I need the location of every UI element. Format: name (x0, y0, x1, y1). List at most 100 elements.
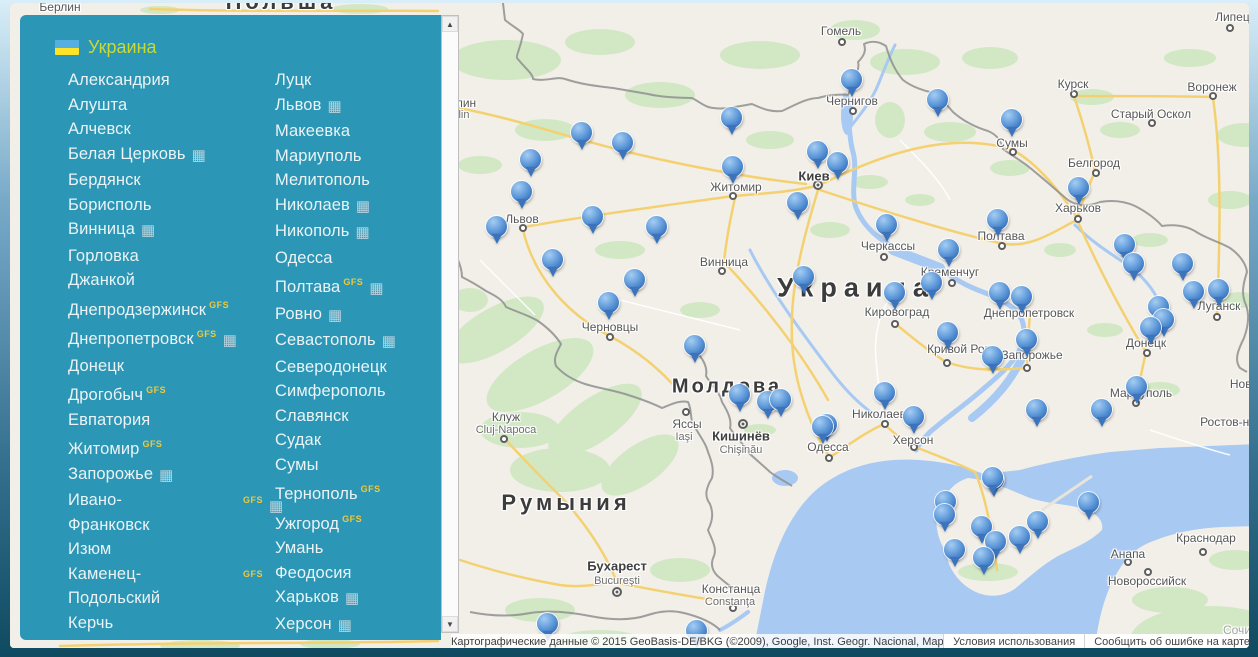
map-pin[interactable] (1140, 317, 1161, 338)
scroll-down-button[interactable]: ▼ (442, 616, 458, 632)
map-pin[interactable] (684, 335, 705, 356)
city-item[interactable]: Одесса (275, 246, 435, 271)
map-pin[interactable] (1011, 286, 1032, 307)
map-pin[interactable] (1114, 234, 1135, 255)
city-link[interactable]: Алушта (68, 96, 127, 114)
map-pin[interactable] (876, 214, 897, 235)
map-pin[interactable] (542, 249, 563, 270)
scroll-up-button[interactable]: ▲ (442, 16, 458, 32)
city-link[interactable]: Судак (275, 431, 321, 449)
city-link[interactable]: Херсон (275, 615, 332, 633)
map-pin[interactable] (598, 292, 619, 313)
city-item[interactable]: Никополь▦ (275, 219, 435, 246)
city-link[interactable]: Николаев (275, 196, 350, 214)
city-link[interactable]: Алчевск (68, 120, 131, 138)
city-link[interactable]: Житомир (68, 440, 139, 458)
map-pin[interactable] (921, 272, 942, 293)
city-item[interactable]: Мелитополь (275, 168, 435, 193)
city-link[interactable]: Запорожье (68, 465, 153, 483)
city-link[interactable]: Бердянск (68, 171, 141, 189)
city-link[interactable]: Симферополь (275, 382, 386, 400)
map-pin[interactable] (807, 141, 828, 162)
calendar-icon[interactable]: ▦ (141, 222, 155, 239)
city-item[interactable]: Харьков ▦ (275, 585, 435, 612)
city-item[interactable]: ДнепродзержинскGFS (68, 293, 275, 323)
city-item[interactable]: Горловка (68, 244, 275, 269)
map-pin[interactable] (944, 539, 965, 560)
city-link[interactable]: Макеевка (275, 122, 350, 140)
city-item[interactable]: Ивано- ФранковскGFS▦ (68, 488, 275, 537)
city-item[interactable]: Макеевка (275, 119, 435, 144)
city-link[interactable]: Днепропетровск (68, 330, 194, 348)
city-link[interactable]: Северодонецк (275, 358, 387, 376)
panel-scrollbar[interactable]: ▲ ▼ (441, 15, 459, 633)
map-pin[interactable] (841, 69, 862, 90)
city-link[interactable]: Керчь (68, 614, 113, 632)
map-pin[interactable] (793, 266, 814, 287)
calendar-icon[interactable]: ▦ (369, 280, 383, 297)
map-pin[interactable] (787, 192, 808, 213)
city-link[interactable]: Дрогобыч (68, 386, 143, 404)
city-item[interactable]: Судак (275, 428, 435, 453)
map-pin[interactable] (973, 547, 994, 568)
city-link[interactable]: Ужгород (275, 515, 339, 533)
city-item[interactable]: Изюм (68, 537, 275, 562)
city-item[interactable]: Сумы (275, 453, 435, 478)
map-pin[interactable] (770, 389, 791, 410)
city-item[interactable]: ХмельницкийGFS (275, 638, 435, 640)
map-pin[interactable] (624, 269, 645, 290)
city-item[interactable]: КиевGFS▦ (68, 635, 275, 640)
map-pin[interactable] (927, 89, 948, 110)
map-pin[interactable] (721, 107, 742, 128)
calendar-icon[interactable]: ▦ (345, 590, 359, 607)
city-link[interactable]: Феодосия (275, 564, 352, 582)
city-link[interactable]: Джанкой (68, 271, 135, 289)
city-link[interactable]: Полтава (275, 278, 340, 296)
city-item[interactable]: Феодосия (275, 561, 435, 586)
city-link[interactable]: Донецк (68, 357, 124, 375)
map-pin[interactable] (612, 132, 633, 153)
city-item[interactable]: Запорожье▦ (68, 462, 275, 489)
map-pin[interactable] (874, 382, 895, 403)
city-link[interactable]: Мелитополь (275, 171, 370, 189)
city-link[interactable]: Тернополь (275, 485, 358, 503)
country-header[interactable]: Украина (55, 37, 441, 58)
city-item[interactable]: Борисполь (68, 193, 275, 218)
map-pin[interactable] (987, 209, 1008, 230)
city-item[interactable]: Севастополь▦ (275, 328, 435, 355)
city-link[interactable]: Славянск (275, 407, 349, 425)
city-item[interactable]: Симферополь (275, 379, 435, 404)
city-link[interactable]: Харьков (275, 588, 339, 606)
city-item[interactable]: Николаев ▦ (275, 193, 435, 220)
map-pin[interactable] (827, 152, 848, 173)
city-item[interactable]: Херсон▦ (275, 612, 435, 639)
calendar-icon[interactable]: ▦ (356, 198, 370, 215)
city-link[interactable]: Белая Церковь (68, 145, 186, 163)
map-pin[interactable] (989, 282, 1010, 303)
calendar-icon[interactable]: ▦ (327, 98, 341, 115)
calendar-icon[interactable]: ▦ (192, 147, 206, 164)
map-pin[interactable] (884, 282, 905, 303)
map-pin[interactable] (1091, 399, 1112, 420)
city-item[interactable]: Славянск (275, 404, 435, 429)
city-link[interactable]: Горловка (68, 247, 139, 265)
city-link[interactable]: Ровно (275, 305, 322, 323)
city-item[interactable]: Алушта (68, 93, 275, 118)
map-pin[interactable] (982, 467, 1003, 488)
city-item[interactable]: ТернопольGFS (275, 477, 435, 507)
city-item[interactable]: Донецк (68, 354, 275, 379)
attribution-link[interactable]: Условия использования (943, 634, 1084, 648)
city-item[interactable]: Белая Церковь ▦ (68, 142, 275, 169)
city-item[interactable]: Львов▦ (275, 93, 435, 120)
city-link[interactable]: Севастополь (275, 331, 376, 349)
city-item[interactable]: Александрия (68, 68, 275, 93)
city-link[interactable]: Евпатория (68, 411, 150, 429)
city-item[interactable]: Ровно▦ (275, 302, 435, 329)
map-pin[interactable] (1126, 376, 1147, 397)
city-link[interactable]: Никополь (275, 222, 350, 240)
map-pin[interactable] (982, 346, 1003, 367)
city-item[interactable]: Винница▦ (68, 217, 275, 244)
map-pin[interactable] (937, 322, 958, 343)
map-pin[interactable] (1078, 492, 1099, 513)
map-pin[interactable] (1026, 399, 1047, 420)
